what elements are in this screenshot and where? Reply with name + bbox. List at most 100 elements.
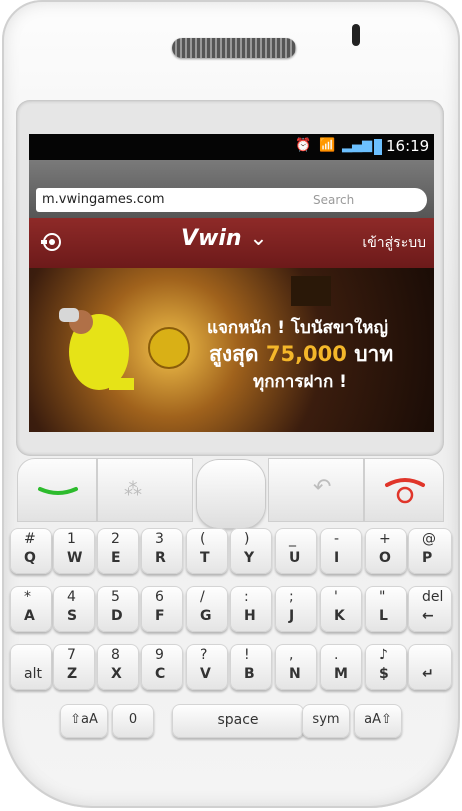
key-z[interactable]: 7Z [53, 644, 95, 690]
chevron-down-icon[interactable]: ⌄ [249, 226, 267, 251]
key-g[interactable]: / G [186, 586, 228, 632]
key-d[interactable]: 5D [97, 586, 139, 632]
key-shift[interactable]: aA⇧ [354, 704, 402, 738]
search-input[interactable]: Search [301, 188, 427, 212]
front-camera [352, 24, 360, 46]
key-letter: $ [379, 666, 389, 682]
key-label: space [217, 712, 259, 728]
call-icon [38, 487, 78, 495]
key-q[interactable]: # Q [10, 528, 52, 574]
key-sym[interactable]: sym [302, 704, 350, 738]
key-symbol: 4 [67, 589, 76, 605]
football-icon [148, 327, 190, 369]
menu-button[interactable]: ⁂ [97, 458, 193, 522]
key-n[interactable]: ,N [275, 644, 317, 690]
site-header: Vwin ⌄ เข้าสู่ระบบ [29, 218, 434, 268]
key-e[interactable]: 2E [97, 528, 139, 574]
key-label: ⇧aA [70, 712, 98, 727]
url-field[interactable]: m.vwingames.com [36, 188, 318, 212]
key-j[interactable]: ; J [275, 586, 317, 632]
key-t[interactable]: (T [186, 528, 228, 574]
key-symbol: ( [200, 531, 206, 547]
key-symbol: ! [244, 647, 250, 663]
screen: ⏰ 📶 ▂▄▆ 16:19 m.vwingames.com Search Vwi… [29, 134, 434, 432]
key-symbol: del [422, 589, 444, 605]
key-letter: V [200, 666, 211, 682]
key-letter: H [244, 608, 256, 624]
key-r[interactable]: 3R [141, 528, 183, 574]
key-symbol: @ [422, 531, 436, 547]
key-letter: W [67, 550, 83, 566]
wifi-icon: 📶 [319, 138, 336, 153]
key-symbol: 3 [155, 531, 164, 547]
banner-bonus-amount: 75,000 [265, 342, 347, 366]
key-letter: Q [24, 550, 36, 566]
banner-line2: สูงสุด 75,000 บาท [209, 338, 393, 371]
key-symbol: ) [244, 531, 250, 547]
key-shift[interactable]: 0 [112, 704, 154, 738]
vwin-logo[interactable]: Vwin ⌄ [181, 226, 268, 251]
earpiece-speaker [172, 38, 296, 58]
key-symbol: , [289, 647, 294, 663]
power-icon [396, 486, 414, 504]
back-button[interactable]: ↶ [268, 458, 364, 522]
trackpad[interactable] [197, 460, 265, 528]
key-symbol: 6 [155, 589, 164, 605]
key-letter: X [111, 666, 122, 682]
key-symbol: : [244, 589, 249, 605]
key-m[interactable]: .M [320, 644, 362, 690]
key-symbol: ; [289, 589, 294, 605]
key-v[interactable]: ? V [186, 644, 228, 690]
key-letter: D [111, 608, 123, 624]
alarm-icon: ⏰ [295, 138, 312, 153]
promo-banner[interactable]: แจกหนัก ! โบนัสขาใหญ่ สูงสุด 75,000 บาท … [29, 268, 434, 432]
key-letter: Z [67, 666, 78, 682]
key-l[interactable]: " L [365, 586, 407, 632]
login-link[interactable]: เข้าสู่ระบบ [362, 232, 426, 254]
key-alt[interactable]: alt [10, 644, 52, 690]
key-h[interactable]: :H [230, 586, 272, 632]
key-symbol: 8 [111, 647, 120, 663]
key-u[interactable]: _ U [275, 528, 317, 574]
key-p[interactable]: @ P [408, 528, 452, 574]
end-call-button[interactable] [364, 458, 444, 522]
key-i[interactable]: -I [320, 528, 362, 574]
key-letter: S [67, 608, 78, 624]
key-k[interactable]: ' K [320, 586, 362, 632]
key-symbol: ♪ [379, 647, 388, 663]
banner-line2-prefix: สูงสุด [209, 342, 259, 366]
call-button[interactable] [17, 458, 97, 522]
key-letter: I [334, 550, 340, 566]
battery-icon [374, 139, 382, 155]
key-w[interactable]: 1W [53, 528, 95, 574]
key-letter: B [244, 666, 255, 682]
key-shift[interactable]: ⇧aA [60, 704, 108, 738]
key-←[interactable]: del ← [408, 586, 452, 632]
banner-line1: แจกหนัก ! โบนัสขาใหญ่ [207, 318, 388, 338]
key-symbol: 1 [67, 531, 76, 547]
key-$[interactable]: ♪ $ [365, 644, 407, 690]
key-symbol: / [200, 589, 205, 605]
key-letter: F [155, 608, 165, 624]
key-f[interactable]: 6F [141, 586, 183, 632]
key-letter: J [289, 608, 295, 624]
key-letter: L [379, 608, 388, 624]
banner-line3: ทุกการฝาก ! [253, 372, 347, 392]
key-x[interactable]: 8X [97, 644, 139, 690]
key-letter: G [200, 608, 212, 624]
key-letter: M [334, 666, 348, 682]
key-s[interactable]: 4S [53, 586, 95, 632]
logo-text: Vwin [181, 226, 242, 251]
sports-menu-icon[interactable] [41, 231, 69, 253]
key-a[interactable]: * A [10, 586, 52, 632]
key-space[interactable]: space [172, 704, 304, 738]
key-letter: C [155, 666, 166, 682]
key-letter: N [289, 666, 301, 682]
key-↵[interactable]: ↵ [408, 644, 452, 690]
key-o[interactable]: + O [365, 528, 407, 574]
key-c[interactable]: 9C [141, 644, 183, 690]
key-letter: P [422, 550, 433, 566]
key-letter: O [379, 550, 391, 566]
key-b[interactable]: ! B [230, 644, 272, 690]
key-y[interactable]: ) Y [230, 528, 272, 574]
